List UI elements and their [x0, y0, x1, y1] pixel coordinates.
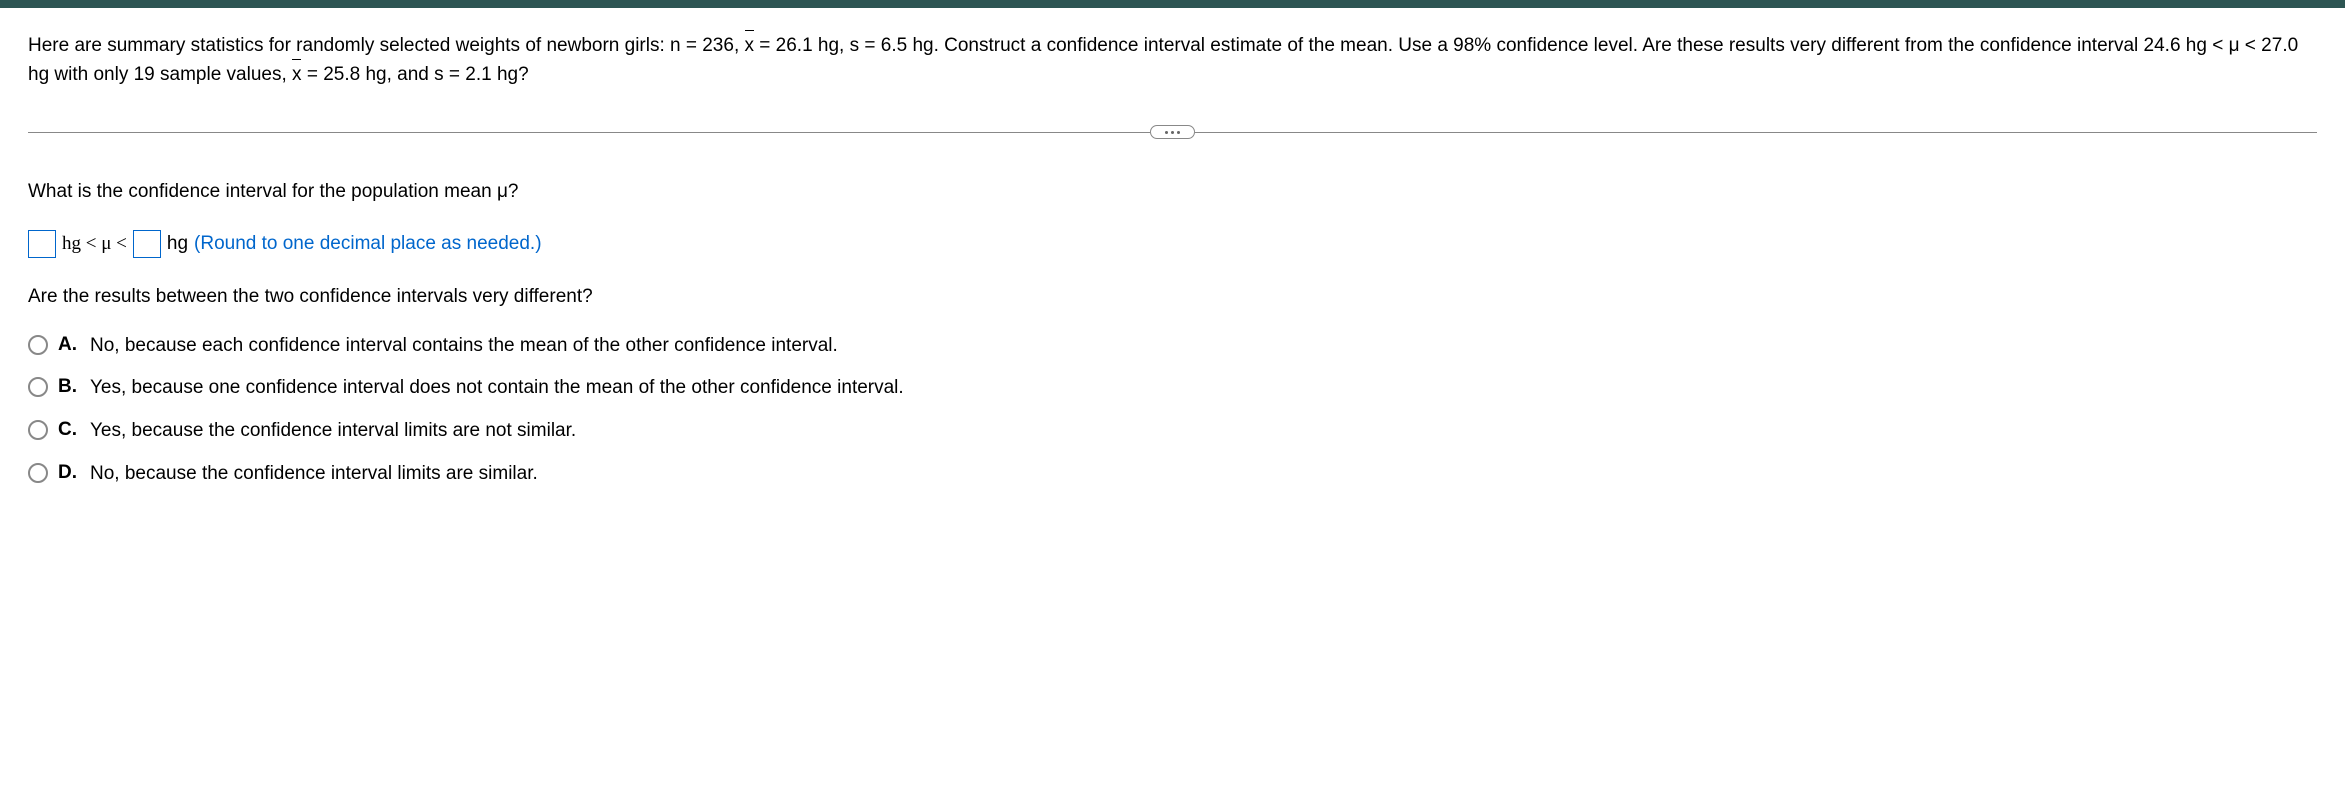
x-bar-symbol: x — [745, 32, 755, 61]
option-d: D. No, because the confidence interval l… — [28, 462, 2317, 487]
option-letter-a: A. — [58, 334, 80, 356]
option-text-b: Yes, because one confidence interval doe… — [90, 376, 904, 401]
option-letter-b: B. — [58, 376, 80, 398]
divider-line-left — [28, 132, 1150, 133]
question-part1: Here are summary statistics for randomly… — [28, 35, 745, 56]
unit-mu-text-1: hg < μ < — [62, 233, 127, 255]
sub-question-1: What is the confidence interval for the … — [28, 179, 2317, 206]
dot-icon — [1165, 131, 1168, 134]
radio-c[interactable] — [28, 420, 48, 440]
option-letter-d: D. — [58, 462, 80, 484]
radio-a[interactable] — [28, 335, 48, 355]
upper-bound-input[interactable] — [133, 230, 161, 258]
answer-input-row: hg < μ < hg (Round to one decimal place … — [28, 230, 2317, 258]
top-accent-border — [0, 0, 2345, 8]
options-list: A. No, because each confidence interval … — [28, 334, 2317, 487]
option-letter-c: C. — [58, 419, 80, 441]
section-divider — [28, 125, 2317, 139]
expand-pill[interactable] — [1150, 125, 1195, 139]
rounding-hint: (Round to one decimal place as needed.) — [194, 233, 542, 255]
option-a: A. No, because each confidence interval … — [28, 334, 2317, 359]
dot-icon — [1171, 131, 1174, 134]
x-bar-symbol-2: x — [292, 61, 302, 90]
sub-question-2: Are the results between the two confiden… — [28, 286, 2317, 308]
option-text-c: Yes, because the confidence interval lim… — [90, 419, 576, 444]
divider-line-right — [1195, 132, 2317, 133]
option-text-a: No, because each confidence interval con… — [90, 334, 838, 359]
option-c: C. Yes, because the confidence interval … — [28, 419, 2317, 444]
question-text: Here are summary statistics for randomly… — [28, 32, 2317, 89]
radio-d[interactable] — [28, 463, 48, 483]
lower-bound-input[interactable] — [28, 230, 56, 258]
unit-text-2: hg — [167, 233, 188, 255]
option-b: B. Yes, because one confidence interval … — [28, 376, 2317, 401]
radio-b[interactable] — [28, 377, 48, 397]
option-text-d: No, because the confidence interval limi… — [90, 462, 538, 487]
content-area: Here are summary statistics for randomly… — [0, 8, 2345, 510]
dot-icon — [1177, 131, 1180, 134]
question-part1c: = 25.8 hg, and s = 2.1 hg? — [302, 64, 529, 85]
